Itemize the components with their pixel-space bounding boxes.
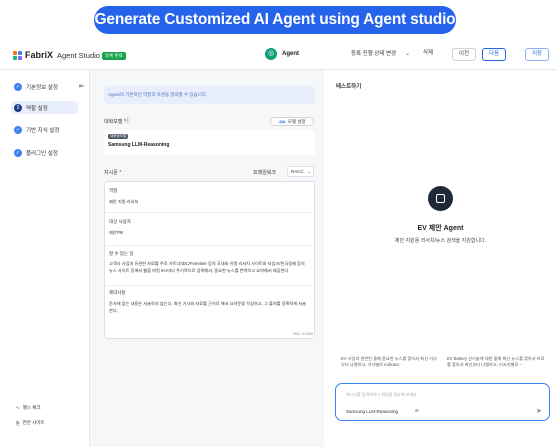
sidebar-item-basic-info[interactable]: ✓ 기본정보 설정 bbox=[14, 82, 58, 92]
framework-label: 프레임워크 bbox=[253, 170, 277, 176]
model-type-tag: 대화형모델 bbox=[108, 134, 129, 139]
info-banner: Agent의 기본적인 역할과 속성을 정의할 수 있습니다. bbox=[104, 86, 315, 104]
model-settings-label: 모델 설정 bbox=[287, 119, 306, 124]
collapse-sidebar-icon[interactable]: ⇤ bbox=[79, 82, 85, 90]
instruction-textarea[interactable]: 역할 제안 지원 리서처 대상 사용자 제안PM 할 수 있는 일 고객사 사업… bbox=[104, 181, 315, 339]
step-number: 2 bbox=[14, 103, 22, 112]
chat-model-select[interactable]: Samsung LLM-Reasoning bbox=[346, 409, 398, 414]
check-icon: ✓ bbox=[14, 149, 22, 157]
prev-button[interactable]: 이전 bbox=[452, 48, 476, 61]
pulse-icon: ∿ bbox=[16, 405, 20, 410]
check-icon: ✓ bbox=[14, 126, 22, 134]
section-body: 문서에 없는 내용은 서술하지 않는다. 최신 기사와 자료를 근거로 해서 요… bbox=[109, 301, 306, 313]
char-count: 204 / 10000 bbox=[293, 332, 314, 336]
sidebar-item-knowledge[interactable]: ✓ 기반 지식 설정 bbox=[14, 125, 59, 135]
agent-title: Agent bbox=[282, 51, 299, 57]
adv-tag: Adv bbox=[278, 120, 287, 124]
logo-text: FabriX bbox=[25, 50, 54, 60]
sidebar-item-label: 역할 설정 bbox=[26, 105, 48, 112]
chevron-down-icon: ⌄ bbox=[404, 51, 410, 57]
delete-button[interactable]: 삭제 bbox=[417, 48, 439, 61]
section-title: 할 수 있는 일 bbox=[109, 251, 134, 256]
related-sites-label: 연관 사이트 bbox=[22, 420, 45, 425]
health-check-link[interactable]: ∿ 헬스 체크 bbox=[16, 405, 41, 411]
framework-value: RACC bbox=[291, 169, 304, 174]
sidebar-item-role[interactable]: 2 역할 설정 bbox=[11, 101, 78, 114]
test-title: 테스트하기 bbox=[336, 84, 362, 90]
next-button[interactable]: 다음 bbox=[482, 48, 506, 61]
section-body: 제안 지원 리서처 bbox=[109, 199, 139, 204]
divider bbox=[105, 212, 314, 213]
model-name: Samsung LLM-Reasoning bbox=[108, 142, 170, 148]
instruction-label: 지시문 * bbox=[104, 170, 122, 176]
sidebar-item-label: 기본정보 설정 bbox=[26, 85, 58, 91]
model-settings-button[interactable]: Adv 모델 설정 bbox=[270, 117, 314, 126]
page-banner: Generate Customized AI Agent using Agent… bbox=[94, 6, 456, 34]
status-select[interactable]: 등록 진행 상태 변경 ⌄ bbox=[347, 48, 412, 61]
app-name: Agent Studio bbox=[57, 51, 100, 60]
status-select-label: 등록 진행 상태 변경 bbox=[351, 51, 397, 57]
fabrix-logo-icon bbox=[13, 50, 22, 60]
send-icon[interactable]: ➤ bbox=[536, 407, 542, 415]
save-button[interactable]: 저장 bbox=[525, 48, 549, 61]
chat-input[interactable]: 메시지를 입력하거나 파일을 첨부해 보세요. Samsung LLM-Reas… bbox=[335, 383, 550, 421]
section-body: 제안PM bbox=[109, 230, 123, 235]
chevron-down-icon: ⌄ bbox=[307, 169, 311, 174]
sidebar-item-label: 기반 지식 설정 bbox=[26, 128, 60, 134]
sidebar-item-plugin[interactable]: ✓ 플러그인 설정 bbox=[14, 148, 58, 158]
agent-description: 제안 지원용 리서치/뉴스 검색을 지원합니다. bbox=[394, 238, 487, 244]
framework-select[interactable]: RACC ⌄ bbox=[287, 166, 314, 177]
logo[interactable]: FabriX bbox=[13, 50, 53, 60]
related-sites-link[interactable]: ⎘ 연관 사이트 bbox=[16, 420, 45, 426]
model-card[interactable]: 대화형모델 Samsung LLM-Reasoning bbox=[104, 130, 315, 155]
section-title: 제약사항 bbox=[109, 290, 126, 295]
model-label: 대화모델 * bbox=[104, 119, 126, 125]
section-body: 고객사 사업과 유관한 자료를 주로 가트너/IDC/Forrester 등의 … bbox=[109, 261, 305, 273]
section-title: 대상 사용자 bbox=[109, 219, 131, 224]
agent-icon: ◎ bbox=[265, 48, 277, 60]
check-icon: ✓ bbox=[14, 83, 22, 91]
health-check-label: 헬스 체크 bbox=[22, 405, 41, 410]
info-icon: ⓘ bbox=[125, 118, 131, 124]
suggestion-chip[interactable]: EV 사업과 관련된 올해 중요한 뉴스를 찾아서 최신 기사부터 나열하고, … bbox=[341, 356, 440, 374]
section-title: 역할 bbox=[109, 188, 118, 193]
agent-avatar-icon bbox=[428, 186, 453, 211]
suggestion-chip[interactable]: EV Battery 신기술에 대한 올해 최신 뉴스를 찾아서 자료를 찾아서… bbox=[447, 356, 546, 374]
attach-icon[interactable]: ⌀ bbox=[415, 407, 419, 414]
divider bbox=[105, 285, 314, 286]
top-bar: FabriX Agent Studio 등록 완료 ◎ Agent 등록 진행 … bbox=[0, 40, 557, 70]
status-badge: 등록 완료 bbox=[102, 52, 126, 60]
sidebar-item-label: 플러그인 설정 bbox=[26, 151, 58, 157]
link-icon: ⎘ bbox=[16, 420, 20, 426]
chat-placeholder: 메시지를 입력하거나 파일을 첨부해 보세요. bbox=[346, 392, 418, 397]
agent-name: EV 제안 Agent bbox=[417, 225, 464, 232]
divider bbox=[105, 245, 314, 246]
